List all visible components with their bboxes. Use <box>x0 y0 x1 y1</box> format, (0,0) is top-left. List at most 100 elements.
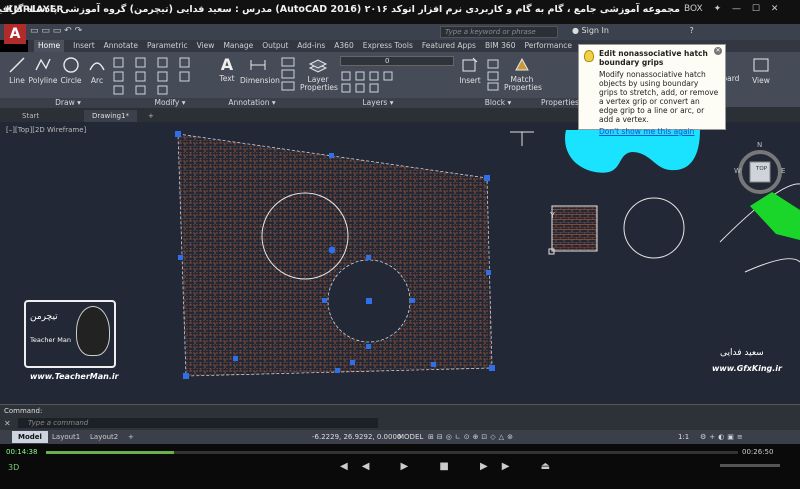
panel-annotation[interactable]: Annotation ▾ <box>204 98 300 108</box>
seek-bar-fill <box>46 451 175 454</box>
command-input[interactable]: Type a command <box>18 418 378 428</box>
sign-in-button[interactable]: ● Sign In ? <box>572 26 694 35</box>
arc-icon <box>89 62 105 71</box>
block-tool-icons <box>487 59 499 91</box>
application-menu-button[interactable]: A <box>4 24 26 44</box>
layer-dropdown[interactable]: 0 <box>340 56 454 66</box>
tab-start[interactable]: Start <box>14 110 47 122</box>
tab-performance[interactable]: Performance <box>524 40 572 52</box>
tab-output[interactable]: Output <box>262 40 288 52</box>
panel-draw[interactable]: Draw ▾ <box>0 98 136 108</box>
player-window-controls: BOX ✦ — ☐ ✕ <box>684 4 786 14</box>
volume-slider[interactable] <box>720 464 780 467</box>
line-button[interactable]: Line <box>6 56 28 85</box>
wrench-icon[interactable]: ✕ <box>4 419 11 428</box>
annotation-scale[interactable]: 1:1 <box>678 433 689 441</box>
viewcube-top-label[interactable]: TOP <box>756 166 767 172</box>
close-icon[interactable]: ✕ <box>771 4 779 14</box>
panel-block-label: Block <box>484 98 506 107</box>
playback-buttons[interactable]: ◀◀ ▶ ■ ▶▶ ⏏ <box>340 461 564 472</box>
circle-icon <box>63 57 79 73</box>
tab-layout1[interactable]: Layout1 <box>46 431 86 443</box>
drafting-toggles[interactable]: ⊞⊟◎∟⊙⊕⊡◇△⊚ <box>428 433 516 441</box>
match-properties-label: Match Properties <box>504 75 542 92</box>
view-icon <box>753 58 769 72</box>
tab-a360[interactable]: A360 <box>334 40 353 52</box>
tab-home[interactable]: Home <box>34 40 65 52</box>
layer-properties-button[interactable]: Layer Properties <box>300 56 338 92</box>
tab-layout2[interactable]: Layout2 <box>84 431 124 443</box>
circle-object-small[interactable] <box>623 197 685 259</box>
modify-tools <box>112 56 210 96</box>
insert-label: Insert <box>459 76 481 85</box>
text-button[interactable]: A Text <box>216 56 238 84</box>
add-layout-button[interactable]: + <box>122 431 140 443</box>
dimension-button[interactable]: Dimension <box>240 56 280 85</box>
drawing-canvas[interactable]: Y <box>0 122 800 404</box>
block-tools <box>486 58 504 92</box>
redo-icon[interactable]: ↷ <box>75 26 83 36</box>
tab-parametric[interactable]: Parametric <box>147 40 188 52</box>
arc-button[interactable]: Arc <box>86 56 108 85</box>
arc-object-2[interactable] <box>744 258 800 273</box>
viewcube-north-label: N <box>757 141 763 149</box>
coordinates-readout: -6.2229, 26.9292, 0.0000 <box>312 433 402 441</box>
avatar <box>76 306 110 356</box>
panel-draw-label: Draw <box>55 98 75 107</box>
status-tools[interactable]: ⚙+◐▣≡ <box>700 433 746 441</box>
cyan-shape[interactable] <box>565 130 700 173</box>
minimize-icon[interactable]: — <box>732 4 741 14</box>
viewport-controls[interactable]: [–][Top][2D Wireframe] <box>6 126 86 134</box>
save-icon[interactable]: ▭ <box>53 26 62 36</box>
tab-express-tools[interactable]: Express Tools <box>363 40 413 52</box>
close-icon[interactable]: ✕ <box>714 47 722 55</box>
model-space-toggle[interactable]: MODEL <box>398 433 423 441</box>
view-button[interactable]: View <box>748 56 774 85</box>
panel-properties-label: Properties <box>541 98 579 107</box>
dont-show-link[interactable]: Don't show me this again <box>599 127 719 136</box>
circle-button[interactable]: Circle <box>60 56 82 85</box>
3d-icon[interactable]: 3D <box>8 463 19 472</box>
command-history: Command: <box>4 407 43 415</box>
viewcube[interactable] <box>738 150 782 194</box>
panel-modify[interactable]: Modify ▾ <box>136 98 204 108</box>
panel-properties[interactable]: Properties <box>540 98 580 108</box>
watermark-url-1: www.TeacherMan.ir <box>30 372 119 381</box>
polyline-button[interactable]: Polyline <box>28 56 58 85</box>
maximize-icon[interactable]: ☐ <box>752 4 760 14</box>
text-label: Text <box>219 74 235 83</box>
open-icon[interactable]: ▭ <box>41 26 50 36</box>
line-icon <box>9 57 25 73</box>
insert-button[interactable]: Insert <box>458 56 482 85</box>
panel-block[interactable]: Block ▾ <box>456 98 540 108</box>
tab-manage[interactable]: Manage <box>223 40 253 52</box>
tab-view[interactable]: View <box>197 40 215 52</box>
new-icon[interactable]: ▭ <box>30 26 39 36</box>
total-time: 00:26:50 <box>742 448 774 456</box>
user-icon: ● <box>572 26 579 35</box>
box-button[interactable]: BOX <box>684 4 703 14</box>
green-shape[interactable] <box>750 192 800 240</box>
tab-model[interactable]: Model <box>12 431 48 443</box>
tab-insert[interactable]: Insert <box>73 40 95 52</box>
undo-icon[interactable]: ↶ <box>64 26 72 36</box>
tooltip: ✕ Edit nonassociative hatch boundary gri… <box>578 44 726 136</box>
search-input[interactable]: Type a keyword or phrase <box>440 26 558 38</box>
new-tab-button[interactable]: + <box>140 110 162 122</box>
tab-drawing1[interactable]: Drawing1* <box>84 110 138 122</box>
tab-featured-apps[interactable]: Featured Apps <box>422 40 476 52</box>
polyline-icon <box>35 58 51 71</box>
tab-bim-360[interactable]: BIM 360 <box>485 40 516 52</box>
help-icon[interactable]: ? <box>690 26 694 35</box>
tab-annotate[interactable]: Annotate <box>104 40 138 52</box>
pin-icon[interactable]: ✦ <box>714 4 722 14</box>
sign-in-label: Sign In <box>581 26 609 35</box>
insert-icon <box>462 57 478 72</box>
tab-add-ins[interactable]: Add-ins <box>297 40 325 52</box>
hatch-square[interactable] <box>551 205 598 252</box>
match-properties-button[interactable]: Match Properties <box>504 56 542 92</box>
quick-access-toolbar: ▭ ▭ ▭ ↶ ↷ <box>30 26 82 36</box>
panel-layers[interactable]: Layers ▾ <box>300 98 456 108</box>
panel-modify-label: Modify <box>154 98 180 107</box>
hatch-object[interactable] <box>177 133 493 377</box>
